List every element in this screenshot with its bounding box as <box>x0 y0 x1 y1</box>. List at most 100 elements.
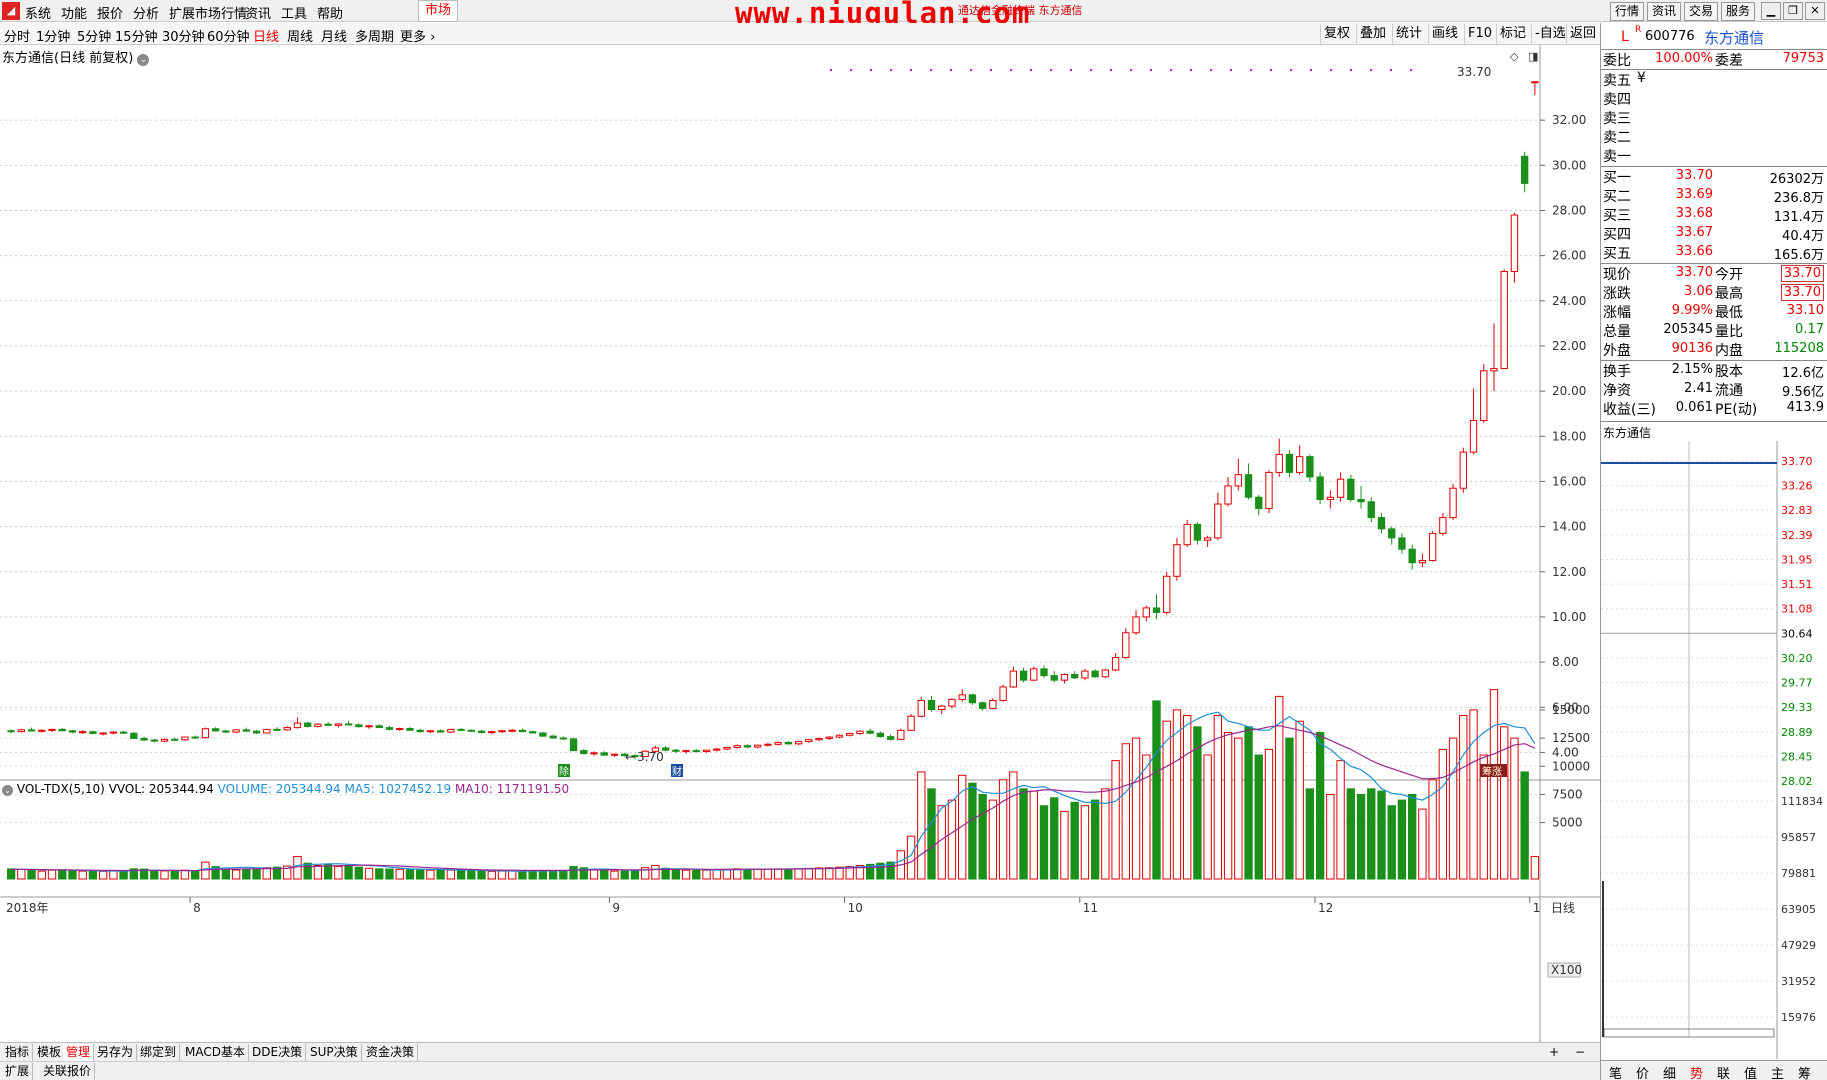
volume-bar[interactable] <box>58 869 67 880</box>
volume-bar[interactable] <box>436 869 445 880</box>
candle-body[interactable] <box>457 728 465 731</box>
volume-bar[interactable] <box>1019 788 1028 880</box>
volume-bar[interactable] <box>191 870 200 880</box>
candle-body[interactable] <box>1306 456 1314 478</box>
candle-body[interactable] <box>794 741 803 745</box>
tool-fuquan[interactable]: 复权 <box>1320 24 1353 44</box>
candle-body[interactable] <box>1520 155 1529 184</box>
candle-body[interactable] <box>222 730 230 733</box>
candle-body[interactable] <box>774 741 782 745</box>
volume-bar[interactable] <box>1244 726 1253 880</box>
volume-bar[interactable] <box>1356 793 1366 880</box>
volume-bar[interactable] <box>988 799 998 880</box>
candle-body[interactable] <box>1081 670 1089 679</box>
candle-body[interactable] <box>1428 532 1437 561</box>
candle-body[interactable] <box>68 730 77 733</box>
volume-bar[interactable] <box>784 868 793 880</box>
volume-bar[interactable] <box>334 866 343 880</box>
volume-bar[interactable] <box>927 788 936 880</box>
candle-body[interactable] <box>1357 499 1365 503</box>
app-logo-icon[interactable]: ◢ <box>2 2 20 20</box>
volume-bar[interactable] <box>1285 737 1294 880</box>
vol-dropdown-icon[interactable]: ⌄ <box>2 785 13 796</box>
candle-body[interactable] <box>518 729 527 733</box>
volume-bar[interactable] <box>1438 748 1448 880</box>
marker-1[interactable]: 除 <box>559 765 569 778</box>
volume-bar[interactable] <box>825 867 834 880</box>
candle-body[interactable] <box>1500 270 1508 370</box>
volume-bar[interactable] <box>610 870 619 880</box>
candle-body[interactable] <box>89 731 97 734</box>
candle-body[interactable] <box>232 729 240 733</box>
period-15min[interactable]: 15分钟 <box>115 26 158 45</box>
volume-bar[interactable] <box>1213 715 1223 880</box>
volume-bar[interactable] <box>722 868 732 880</box>
candle-body[interactable] <box>1336 478 1345 498</box>
candle-body[interactable] <box>1132 616 1140 634</box>
candle-body[interactable] <box>539 732 547 737</box>
candle-body[interactable] <box>1255 496 1263 510</box>
candle-body[interactable] <box>784 741 793 745</box>
volume-bar[interactable] <box>548 870 558 880</box>
candle-body[interactable] <box>1347 478 1355 501</box>
volume-bar[interactable] <box>1377 790 1386 880</box>
candle-body[interactable] <box>201 728 210 739</box>
candle-body[interactable] <box>672 749 680 752</box>
candle-body[interactable] <box>242 729 250 732</box>
candle-body[interactable] <box>498 730 506 733</box>
volume-bar[interactable] <box>221 869 231 880</box>
candle-body[interactable] <box>559 737 568 740</box>
marker-3[interactable]: 筹涨 <box>1482 765 1502 778</box>
candle-body[interactable] <box>968 694 977 704</box>
candle-body[interactable] <box>1019 670 1028 681</box>
volume-bar[interactable] <box>763 868 773 880</box>
btab-fund[interactable]: 资金决策 <box>363 1044 419 1061</box>
period-multi[interactable]: 多周期 <box>355 26 394 45</box>
tool-watchlist[interactable]: -自选 <box>1531 24 1569 44</box>
tab-trade[interactable]: 交易 <box>1684 2 1719 21</box>
volume-bar[interactable] <box>651 864 660 880</box>
volume-bar[interactable] <box>385 868 394 880</box>
period-5min[interactable]: 5分钟 <box>77 26 111 45</box>
volume-bar[interactable] <box>1326 793 1335 880</box>
volume-bar[interactable] <box>1162 720 1171 880</box>
btab-save-as[interactable]: 另存为 <box>94 1044 138 1061</box>
candle-body[interactable] <box>293 722 302 729</box>
candle-body[interactable] <box>907 715 915 731</box>
volume-bar[interactable] <box>313 864 323 880</box>
mini-tab-trend[interactable]: 势 <box>1690 1063 1703 1080</box>
candle-body[interactable] <box>897 729 905 740</box>
volume-bar[interactable] <box>1295 720 1304 880</box>
candle-body[interactable] <box>130 732 138 739</box>
volume-bar[interactable] <box>170 870 179 880</box>
volume-bar[interactable] <box>68 869 77 880</box>
mini-tab-linked[interactable]: 联 <box>1717 1063 1730 1080</box>
candle-body[interactable] <box>48 728 56 731</box>
period-1min[interactable]: 1分钟 <box>36 26 70 45</box>
candle-body[interactable] <box>1388 528 1396 539</box>
candle-body[interactable] <box>1040 668 1048 677</box>
zoom-out-icon[interactable]: − <box>1572 1044 1588 1061</box>
candle-body[interactable] <box>866 730 874 734</box>
candle-body[interactable] <box>304 722 312 727</box>
close-icon[interactable]: ✕ <box>1805 2 1825 20</box>
candle-body[interactable] <box>805 739 813 743</box>
volume-bar[interactable] <box>1336 760 1345 880</box>
volume-bar[interactable] <box>1367 788 1376 880</box>
volume-bar[interactable] <box>37 870 46 880</box>
candle-body[interactable] <box>181 736 189 741</box>
candle-body[interactable] <box>355 724 363 728</box>
candle-body[interactable] <box>273 728 281 731</box>
candle-body[interactable] <box>1490 368 1498 372</box>
candle-body[interactable] <box>283 727 291 731</box>
candle-body[interactable] <box>1060 674 1069 681</box>
menu-ext-market[interactable]: 扩展市场行情 <box>169 3 247 22</box>
volume-bar[interactable] <box>794 868 803 880</box>
tool-stats[interactable]: 统计 <box>1392 24 1425 44</box>
candle-body[interactable] <box>1030 668 1038 681</box>
period-weekly[interactable]: 周线 <box>287 26 313 45</box>
candle-body[interactable] <box>171 738 179 741</box>
volume-bar[interactable] <box>1407 793 1417 880</box>
period-60min[interactable]: 60分钟 <box>207 26 250 45</box>
candle-body[interactable] <box>7 730 15 733</box>
